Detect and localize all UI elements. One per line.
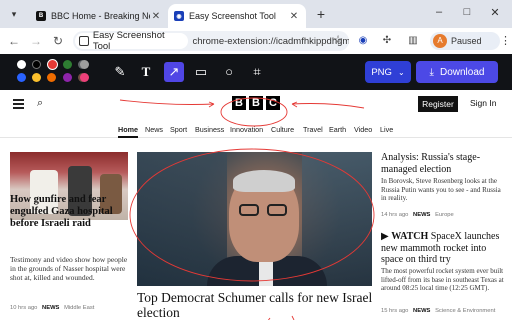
annotation-arrow-right: [291, 101, 365, 109]
address-bar[interactable]: Easy Screenshot Tool chrome-extension://…: [73, 30, 349, 52]
menu-kebab-icon[interactable]: ⋮: [500, 34, 511, 47]
browser-toolbar: ← → ↻ Easy Screenshot Tool chrome-extens…: [0, 28, 512, 54]
forward-icon[interactable]: →: [28, 33, 44, 49]
circle-icon[interactable]: ○: [219, 62, 239, 82]
close-window-button[interactable]: ✕: [488, 6, 502, 19]
reload-icon[interactable]: ↻: [50, 33, 66, 49]
tab-title: Easy Screenshot Tool: [189, 11, 276, 21]
format-select[interactable]: PNG ⌄: [365, 61, 411, 83]
tab-strip: ▾ B BBC Home - Breaking News, W ✕ ◉ Easy…: [0, 0, 512, 28]
tab-title: BBC Home - Breaking News, W: [51, 11, 150, 21]
profile-button[interactable]: A Paused: [430, 32, 500, 50]
crop-icon[interactable]: ⌗: [247, 62, 267, 82]
site-chip-label: Easy Screenshot Tool: [92, 30, 165, 52]
new-tab-button[interactable]: +: [313, 6, 329, 22]
tab-easy-screenshot[interactable]: ◉ Easy Screenshot Tool ✕: [168, 4, 306, 28]
color-swatch-black[interactable]: [32, 60, 41, 69]
color-swatch-purple[interactable]: [63, 73, 72, 82]
download-label: Download: [439, 66, 485, 78]
side-panel-icon[interactable]: ▥: [406, 34, 420, 48]
arrow-icon[interactable]: ↗: [164, 62, 184, 82]
annotation-arrow-left: [119, 99, 215, 108]
maximize-button[interactable]: □: [460, 6, 474, 18]
download-button[interactable]: ⤓ Download: [416, 61, 498, 83]
url-text[interactable]: chrome-extension://icadmfhkippdhgm...: [192, 36, 349, 47]
tab-search-icon[interactable]: ▾: [6, 6, 22, 22]
screenshot-canvas[interactable]: ⌕ B B C Register Sign In Home News Sport…: [0, 90, 512, 320]
back-icon[interactable]: ←: [6, 33, 22, 49]
color-swatch-silver[interactable]: [80, 60, 89, 69]
color-swatch-pink[interactable]: [80, 73, 89, 82]
rectangle-icon[interactable]: ▭: [191, 62, 211, 82]
close-icon[interactable]: ✕: [150, 11, 162, 22]
profile-status: Paused: [451, 36, 482, 46]
extension-icon: [79, 36, 89, 46]
close-icon[interactable]: ✕: [288, 11, 300, 22]
annotation-circle-main: [129, 148, 375, 282]
bbc-favicon-icon: B: [36, 11, 46, 21]
tab-bbc[interactable]: B BBC Home - Breaking News, W ✕: [30, 4, 168, 28]
annotation-layer: [119, 97, 375, 320]
format-value: PNG: [371, 66, 392, 78]
screenshot-toolbar: ✎ T ↗ ▭ ○ ⌗ PNG ⌄ ⤓ Download: [0, 54, 512, 90]
color-swatch-orange[interactable]: [47, 73, 56, 82]
pen-icon[interactable]: ✎: [110, 62, 130, 82]
color-swatch-white[interactable]: [17, 60, 26, 69]
download-icon: ⤓: [429, 66, 434, 78]
extensions-puzzle-icon[interactable]: ✣: [380, 34, 394, 48]
text-icon[interactable]: T: [136, 62, 156, 82]
color-swatch-red[interactable]: [47, 59, 58, 70]
color-swatch-blue[interactable]: [17, 73, 26, 82]
color-swatch-yellow[interactable]: [32, 73, 41, 82]
site-chip[interactable]: Easy Screenshot Tool: [75, 30, 189, 52]
minimize-button[interactable]: –: [432, 6, 446, 18]
screenshot-extension-icon[interactable]: ◉: [356, 34, 370, 48]
chevron-down-icon: ⌄: [397, 67, 405, 77]
annotation-circle-logo: [220, 97, 288, 127]
avatar: A: [433, 34, 447, 48]
screenshot-favicon-icon: ◉: [174, 11, 184, 21]
color-swatch-green[interactable]: [63, 60, 72, 69]
annotation-arrow-bottom-right: [291, 315, 295, 320]
bookmark-star-icon[interactable]: ☆: [333, 33, 343, 46]
